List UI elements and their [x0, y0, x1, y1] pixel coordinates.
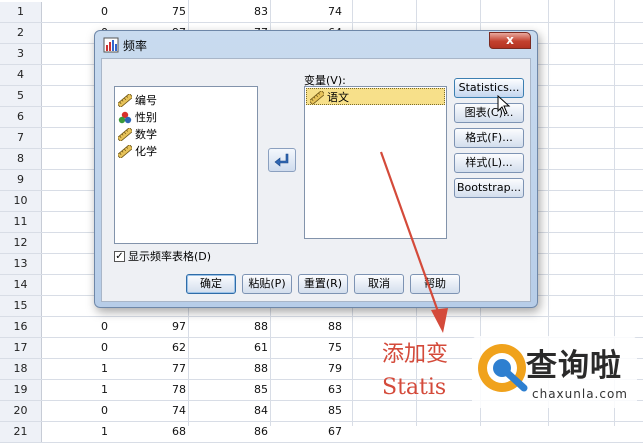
close-button[interactable]: x: [489, 32, 531, 49]
row-number[interactable]: 15: [0, 296, 42, 316]
dialog-title: 频率: [123, 39, 148, 53]
row-number[interactable]: 3: [0, 44, 42, 64]
table-cell[interactable]: 1: [50, 380, 108, 400]
table-cell[interactable]: 79: [284, 359, 342, 379]
mouse-cursor-icon: [497, 95, 511, 115]
table-cell[interactable]: 67: [284, 422, 342, 442]
ok-button[interactable]: 确定: [186, 274, 236, 294]
table-cell[interactable]: 88: [210, 359, 268, 379]
row-number[interactable]: 11: [0, 212, 42, 232]
row-number[interactable]: 17: [0, 338, 42, 358]
table-cell[interactable]: 85: [284, 401, 342, 421]
row-number[interactable]: 12: [0, 233, 42, 253]
table-row: 21 1 68 86 67: [0, 422, 643, 443]
frequencies-dialog: 频率 x 编号 性别 数学 化学 变量(V): 语文 Statistics... 图表…: [94, 30, 538, 308]
table-cell[interactable]: 1: [50, 422, 108, 442]
table-cell[interactable]: 83: [210, 2, 268, 22]
row-number[interactable]: 9: [0, 170, 42, 190]
ruler-icon: [118, 128, 132, 141]
ruler-icon: [310, 91, 324, 104]
table-cell[interactable]: 75: [284, 338, 342, 358]
table-cell[interactable]: 0: [50, 317, 108, 337]
move-variable-button[interactable]: [268, 148, 296, 172]
watermark-name: 查询啦: [526, 348, 622, 384]
row-number[interactable]: 8: [0, 149, 42, 169]
variable-label: 性别: [135, 111, 157, 124]
variable-item[interactable]: 性别: [115, 109, 257, 126]
table-cell[interactable]: 63: [284, 380, 342, 400]
display-frequency-tables-checkbox[interactable]: ✓ 显示频率表格(D): [114, 250, 211, 264]
help-button[interactable]: 帮助: [410, 274, 460, 294]
table-row: 16 0 97 88 88: [0, 317, 643, 338]
variable-item[interactable]: 化学: [115, 143, 257, 160]
statistics-button[interactable]: Statistics...: [454, 78, 524, 98]
table-cell[interactable]: 0: [50, 2, 108, 22]
row-number[interactable]: 20: [0, 401, 42, 421]
table-cell[interactable]: 97: [128, 317, 186, 337]
table-cell[interactable]: 68: [128, 422, 186, 442]
variable-item[interactable]: 语文: [306, 88, 445, 105]
table-cell[interactable]: 84: [210, 401, 268, 421]
ruler-icon: [118, 145, 132, 158]
annotation-line-1: 添加变: [382, 342, 449, 367]
target-variable-list[interactable]: 语文: [304, 86, 447, 239]
table-cell[interactable]: 85: [210, 380, 268, 400]
style-button[interactable]: 样式(L)...: [454, 153, 524, 173]
nominal-icon: [118, 111, 132, 124]
variable-label: 编号: [135, 94, 157, 107]
ruler-icon: [118, 94, 132, 107]
table-cell[interactable]: 75: [128, 2, 186, 22]
cancel-button[interactable]: 取消: [354, 274, 404, 294]
row-number[interactable]: 2: [0, 23, 42, 43]
row-number[interactable]: 6: [0, 107, 42, 127]
table-cell[interactable]: 88: [210, 317, 268, 337]
table-cell[interactable]: 77: [128, 359, 186, 379]
variable-label: 数学: [135, 128, 157, 141]
row-number[interactable]: 10: [0, 191, 42, 211]
table-cell[interactable]: 1: [50, 359, 108, 379]
format-button[interactable]: 格式(F)...: [454, 128, 524, 148]
table-cell[interactable]: 86: [210, 422, 268, 442]
row-number[interactable]: 18: [0, 359, 42, 379]
table-cell[interactable]: 88: [284, 317, 342, 337]
table-cell[interactable]: 61: [210, 338, 268, 358]
paste-button[interactable]: 粘贴(P): [242, 274, 292, 294]
variable-label: 语文: [327, 91, 349, 104]
watermark-site: chaxunla.com: [532, 387, 628, 401]
arrow-left-icon: [274, 153, 289, 167]
row-number[interactable]: 1: [0, 2, 42, 22]
charts-button[interactable]: 图表(C)...: [454, 103, 524, 123]
variable-label: 化学: [135, 145, 157, 158]
table-cell[interactable]: 0: [50, 401, 108, 421]
annotation-line-2: Statis: [382, 375, 447, 400]
annotation-text: 添加变 Statis: [382, 338, 448, 404]
dialog-body: 编号 性别 数学 化学 变量(V): 语文 Statistics... 图表(C)..…: [101, 58, 531, 302]
reset-button[interactable]: 重置(R): [298, 274, 348, 294]
variable-item[interactable]: 数学: [115, 126, 257, 143]
row-number[interactable]: 13: [0, 254, 42, 274]
table-cell[interactable]: 78: [128, 380, 186, 400]
source-variable-list[interactable]: 编号 性别 数学 化学: [114, 86, 258, 244]
variable-item[interactable]: 编号: [115, 92, 257, 109]
table-cell[interactable]: 62: [128, 338, 186, 358]
table-cell[interactable]: 74: [128, 401, 186, 421]
table-cell[interactable]: 0: [50, 338, 108, 358]
row-number[interactable]: 4: [0, 65, 42, 85]
row-number[interactable]: 16: [0, 317, 42, 337]
row-number[interactable]: 21: [0, 422, 42, 442]
row-number[interactable]: 7: [0, 128, 42, 148]
table-cell[interactable]: 74: [284, 2, 342, 22]
table-row: 1 0 75 83 74: [0, 2, 643, 23]
row-number[interactable]: 5: [0, 86, 42, 106]
checkbox-box[interactable]: ✓: [114, 250, 125, 262]
bootstrap-button[interactable]: Bootstrap...: [454, 178, 524, 198]
checkbox-label: 显示频率表格(D): [128, 250, 212, 263]
row-number[interactable]: 19: [0, 380, 42, 400]
frequencies-icon: [103, 37, 119, 53]
row-number[interactable]: 14: [0, 275, 42, 295]
